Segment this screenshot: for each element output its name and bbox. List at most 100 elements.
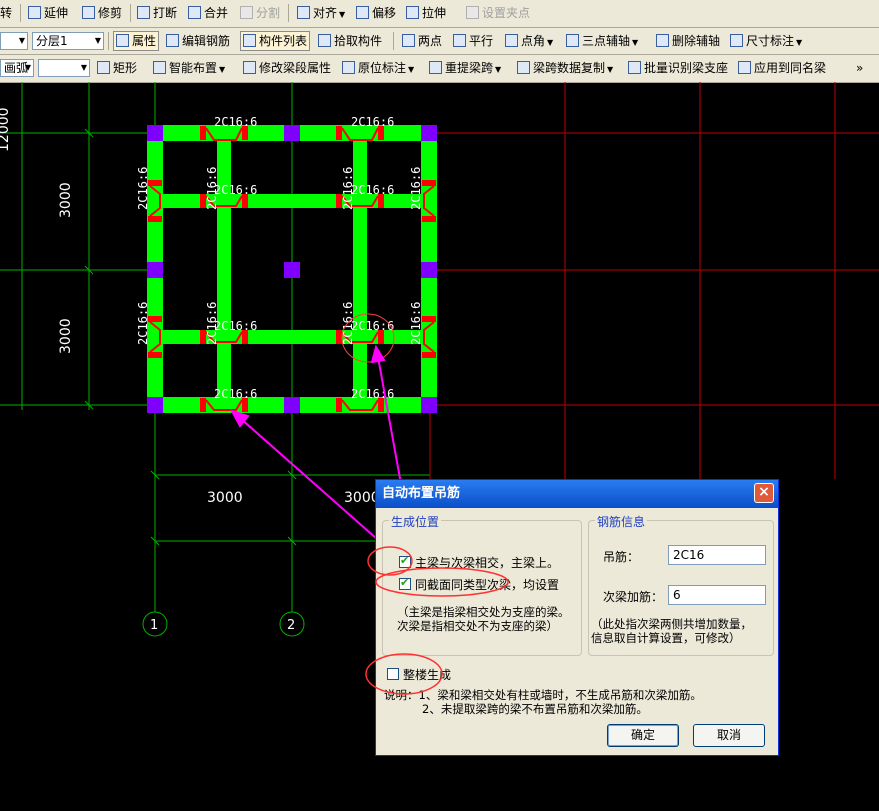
axis-bubbles: 1 2: [142, 541, 305, 637]
arc-select[interactable]: 画弧 ▼: [0, 59, 34, 77]
cancel-button[interactable]: 取消: [693, 724, 765, 747]
split-label: 分割: [256, 6, 281, 20]
component-list-label: 构件列表: [259, 34, 308, 48]
chevron-down-icon: ▼: [607, 65, 614, 74]
toolbar-row-component: ▼ 分层1 ▼ 属性 编辑钢筋 构件列表 拾取构件 两点 平行 点角 ▼ 三点辅轴 ▼…: [0, 28, 879, 55]
parallel-icon: [453, 34, 466, 47]
chevron-down-icon: ▼: [408, 65, 415, 74]
rebar-label: 2C16:6: [205, 167, 219, 210]
rebar-info-group-label: 钢筋信息: [595, 513, 648, 530]
rebar-label: 2C16:6: [214, 319, 257, 333]
break-button[interactable]: 打断: [137, 4, 177, 22]
grid-lines-red: [429, 82, 879, 479]
hanger-input[interactable]: 2C16: [668, 545, 766, 565]
delete-axis-button[interactable]: 删除辅轴: [656, 32, 720, 50]
in-situ-annotation-label: 原位标注: [358, 61, 407, 75]
offset-label: 偏移: [372, 6, 397, 20]
re-extract-span-label: 重提梁跨: [445, 61, 494, 75]
edit-rebar-button[interactable]: 编辑钢筋: [166, 32, 230, 50]
point-angle-icon: [505, 34, 518, 47]
chevron-down-icon: ▼: [80, 63, 87, 72]
merge-icon: [188, 6, 201, 19]
dimension-left-upper: 3000: [58, 182, 74, 218]
rebar-label: 2C16:6: [351, 183, 394, 197]
rebar-label: 2C16:6: [136, 302, 150, 345]
copy-span-data-button[interactable]: 梁跨数据复制 ▼: [517, 59, 613, 77]
set-grip-button[interactable]: 设置夹点: [466, 4, 530, 22]
batch-identify-support-button[interactable]: 批量识别梁支座: [628, 59, 728, 77]
rebar-label: 2C16:6: [214, 115, 257, 129]
separator: [288, 4, 289, 22]
merge-label: 合并: [204, 6, 229, 20]
delete-axis-icon: [656, 34, 669, 47]
dimension-label: 尺寸标注: [746, 34, 795, 48]
extra-rebar-input[interactable]: 6: [668, 585, 766, 605]
stretch-button[interactable]: 拉伸: [406, 4, 446, 22]
list-icon: [243, 34, 256, 47]
merge-button[interactable]: 合并: [188, 4, 228, 22]
dialog-annotations: [365, 546, 509, 695]
set-grip-label: 设置夹点: [482, 6, 531, 20]
re-extract-span-button[interactable]: 重提梁跨 ▼: [429, 59, 501, 77]
extra-rebar-label: 次梁加筋：: [603, 590, 664, 604]
layer-select[interactable]: ▼: [0, 32, 28, 50]
modify-beam-props-button[interactable]: 修改梁段属性: [243, 59, 331, 77]
stretch-icon: [406, 6, 419, 19]
draw-mode-select[interactable]: ▼: [38, 59, 90, 77]
rebar-label: 2C16:6: [409, 302, 423, 345]
floor-select[interactable]: 分层1 ▼: [32, 32, 104, 50]
two-point-icon: [402, 34, 415, 47]
break-label: 打断: [153, 6, 178, 20]
batch-identify-icon: [628, 61, 641, 74]
extend-button[interactable]: 延伸: [28, 4, 68, 22]
more-tools-button[interactable]: »: [856, 59, 863, 77]
rotate-button[interactable]: 转: [0, 4, 12, 22]
chevron-down-icon: ▼: [94, 36, 101, 45]
chevron-down-icon: ▼: [24, 63, 31, 72]
in-situ-annotation-button[interactable]: 原位标注 ▼: [342, 59, 414, 77]
three-point-axis-button[interactable]: 三点辅轴 ▼: [566, 32, 638, 50]
offset-icon: [356, 6, 369, 19]
rebar-note-2: 信息取自计算设置，可修改）: [591, 631, 741, 645]
separator: [393, 32, 394, 50]
separator: [108, 32, 109, 50]
chevron-down-icon: ▼: [339, 10, 346, 19]
point-angle-button[interactable]: 点角 ▼: [505, 32, 553, 50]
ok-button[interactable]: 确定: [607, 724, 679, 747]
rebar-label: 2C16:6: [136, 167, 150, 210]
two-point-button[interactable]: 两点: [402, 32, 442, 50]
close-button[interactable]: ×: [754, 483, 774, 503]
apply-same-name-button[interactable]: 应用到同名梁: [738, 59, 826, 77]
trim-button[interactable]: 修剪: [82, 4, 122, 22]
separator: [130, 4, 131, 22]
offset-button[interactable]: 偏移: [356, 4, 396, 22]
parallel-button[interactable]: 平行: [453, 32, 493, 50]
point-angle-label: 点角: [521, 34, 546, 48]
auto-hanger-dialog: 自动布置吊筋 × 生成位置 ✔ 主梁与次梁相交，主梁上。 ✔ 同截面同类型次梁，…: [365, 479, 779, 756]
apply-same-name-label: 应用到同名梁: [754, 61, 827, 75]
chevron-down-icon: ▼: [495, 65, 502, 74]
dimension-texts: 3000 3000 12000 3000 3000: [0, 107, 380, 506]
rebar-label: 2C16:6: [341, 167, 355, 210]
three-point-icon: [566, 34, 579, 47]
toolbar-row-edit: 转 延伸 修剪 打断 合并 分割 对齐 ▼ 偏移 拉伸 设置夹点: [0, 0, 879, 28]
rectangle-button[interactable]: 矩形: [97, 59, 137, 77]
component-list-button[interactable]: 构件列表: [240, 31, 311, 51]
split-button[interactable]: 分割: [240, 4, 280, 22]
pick-component-button[interactable]: 拾取构件: [318, 32, 382, 50]
dimension-button[interactable]: 尺寸标注 ▼: [730, 32, 802, 50]
parallel-label: 平行: [469, 34, 494, 48]
break-icon: [137, 6, 150, 19]
split-icon: [240, 6, 253, 19]
copy-span-data-label: 梁跨数据复制: [533, 61, 606, 75]
align-button[interactable]: 对齐 ▼: [297, 4, 345, 22]
smart-layout-button[interactable]: 智能布置 ▼: [153, 59, 225, 77]
rebar-label: 2C16:6: [351, 319, 394, 333]
dialog-title: 自动布置吊筋: [376, 480, 778, 508]
properties-button[interactable]: 属性: [113, 31, 160, 51]
align-icon: [297, 6, 310, 19]
axis-label-1: 1: [150, 618, 158, 633]
trim-icon: [82, 6, 95, 19]
position-group-label: 生成位置: [389, 513, 442, 530]
edit-rebar-label: 编辑钢筋: [182, 34, 231, 48]
